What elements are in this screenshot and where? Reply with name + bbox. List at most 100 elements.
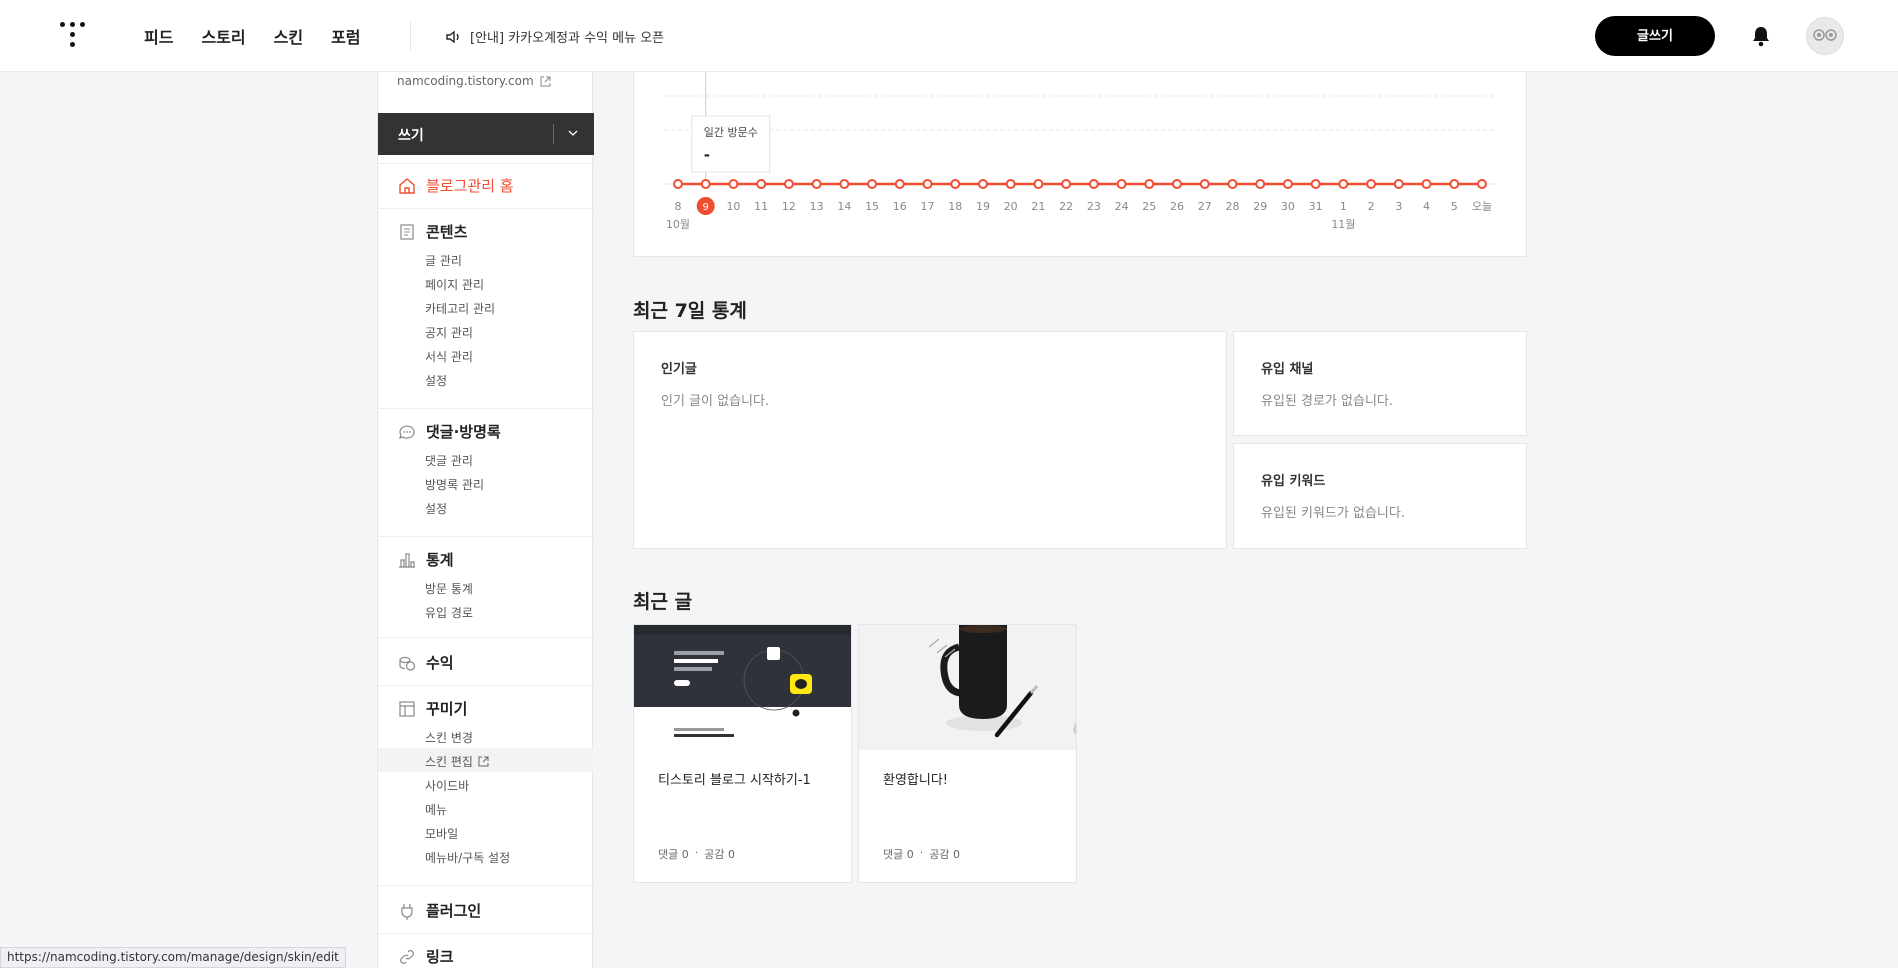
sidebar-sub-inflow-path[interactable]: 유입 경로 (425, 604, 473, 621)
stats-section-title: 최근 7일 통계 (633, 300, 747, 322)
avatar-face-icon (1813, 29, 1837, 41)
blog-url-link[interactable]: namcoding.tistory.com (397, 74, 551, 88)
top-header: 피드 스토리 스킨 포럼 [안내] 카카오계정과 수익 메뉴 오픈 글쓰기 (0, 0, 1898, 72)
skin-edit-label: 스킨 편집 (425, 755, 473, 769)
sidebar-section-link: 링크 (378, 933, 594, 968)
data-point (1366, 179, 1377, 189)
data-point (1449, 179, 1460, 189)
sidebar-write-bar[interactable]: 쓰기 (378, 113, 594, 155)
x-tick-label: 8 (675, 200, 682, 213)
link-icon (400, 949, 414, 964)
data-point (1116, 179, 1127, 189)
write-post-button[interactable]: 글쓰기 (1595, 16, 1715, 56)
sidebar-sub-menu[interactable]: 메뉴 (425, 801, 447, 818)
nav-story[interactable]: 스토리 (201, 24, 245, 48)
popular-posts-card: 인기글 인기 글이 없습니다. (633, 331, 1227, 549)
main-nav: 피드 스토리 스킨 포럼 (144, 24, 361, 48)
data-point (1227, 179, 1238, 189)
inflow-channel-card: 유입 채널 유입된 경로가 없습니다. (1233, 331, 1527, 436)
notice-text: [안내] 카카오계정과 수익 메뉴 오픈 (470, 31, 665, 46)
sidebar-sub-contents-settings[interactable]: 설정 (425, 372, 447, 389)
sidebar-sub-skin-change[interactable]: 스킨 변경 (425, 729, 473, 746)
data-point (811, 179, 822, 189)
bell-icon[interactable] (1751, 25, 1771, 47)
avatar[interactable] (1806, 17, 1844, 55)
popular-posts-empty: 인기 글이 없습니다. (661, 394, 770, 409)
nav-feed[interactable]: 피드 (144, 24, 173, 48)
nav-forum[interactable]: 포럼 (331, 24, 360, 48)
thumbnail-image (634, 625, 851, 750)
x-tick-label: 20 (1004, 200, 1018, 213)
x-tick-label: 오늘 (1472, 200, 1492, 213)
sidebar-section-home: 블로그관리 홈 (378, 163, 594, 208)
recent-posts-title: 최근 글 (633, 591, 693, 613)
sidebar-sub-template-manage[interactable]: 서식 관리 (425, 348, 473, 365)
data-point (1199, 179, 1210, 189)
inflow-channel-empty: 유입된 경로가 없습니다. (1261, 394, 1393, 409)
blog-url-text: namcoding.tistory.com (397, 74, 534, 88)
sidebar-revenue-label: 수익 (426, 654, 454, 672)
post-card[interactable]: 환영합니다! 댓글 0 · 공감 0 (858, 624, 1077, 883)
x-tick-label: 22 (1059, 200, 1073, 213)
post-like-count: 공감 0 (929, 848, 960, 861)
post-title[interactable]: 환영합니다! (883, 769, 948, 788)
x-tick-label: 25 (1142, 200, 1156, 213)
post-title[interactable]: 티스토리 블로그 시작하기-1 (658, 769, 811, 788)
x-tick-label: 29 (1253, 200, 1267, 213)
sidebar-section-plugin: 플러그인 (378, 885, 594, 933)
post-comment-count: 댓글 0 (658, 848, 689, 861)
sidebar-item-home[interactable]: 블로그관리 홈 (398, 175, 514, 196)
data-point (894, 179, 905, 189)
sidebar-item-stats[interactable]: 통계 (398, 549, 454, 570)
x-tick-label: 26 (1170, 200, 1184, 213)
sidebar-item-comments[interactable]: 댓글·방명록 (398, 421, 501, 442)
sidebar-sub-sidebar[interactable]: 사이드바 (425, 777, 469, 794)
data-point (1144, 179, 1155, 189)
post-card[interactable]: 티스토리 블로그 시작하기-1 댓글 0 · 공감 0 (633, 624, 852, 883)
sidebar-item-revenue[interactable]: 수익 (398, 652, 454, 673)
sidebar-write-label: 쓰기 (398, 128, 424, 144)
sidebar-item-link[interactable]: 링크 (398, 946, 454, 967)
sidebar-sub-guestbook-manage[interactable]: 방명록 관리 (425, 476, 484, 493)
sidebar-plugin-label: 플러그인 (426, 902, 482, 920)
sidebar-stats-label: 통계 (426, 551, 454, 569)
x-tick-label: 16 (893, 200, 907, 213)
x-tick-label: 28 (1225, 200, 1239, 213)
data-point (756, 179, 767, 189)
x-tick-label: 21 (1031, 200, 1045, 213)
sidebar-item-contents[interactable]: 콘텐츠 (398, 221, 467, 242)
nav-skin[interactable]: 스킨 (274, 24, 303, 48)
x-tick-label: 11 (754, 200, 768, 213)
sidebar-sub-comments-settings[interactable]: 설정 (425, 500, 447, 517)
data-point (1282, 179, 1293, 189)
sidebar-item-plugin[interactable]: 플러그인 (398, 900, 481, 921)
sidebar-sub-notice-manage[interactable]: 공지 관리 (425, 324, 473, 341)
sidebar-sub-visit-stats[interactable]: 방문 통계 (425, 580, 473, 597)
sidebar-sub-skin-edit[interactable]: 스킨 편집 (425, 753, 489, 770)
data-point (839, 179, 850, 189)
data-point (1005, 179, 1016, 189)
sidebar-sub-post-manage[interactable]: 글 관리 (425, 252, 462, 269)
data-point (783, 179, 794, 189)
sidebar-item-decorate[interactable]: 꾸미기 (398, 698, 467, 719)
sidebar-section-decorate: 꾸미기 스킨 변경 스킨 편집 사이드바 메뉴 모바일 메뉴바/구독 설정 (378, 685, 594, 885)
sidebar-section-stats: 통계 방문 통계 유입 경로 (378, 536, 594, 637)
sidebar-sub-category-manage[interactable]: 카테고리 관리 (425, 300, 495, 317)
sidebar-decorate-label: 꾸미기 (426, 700, 468, 718)
sidebar-sub-page-manage[interactable]: 페이지 관리 (425, 276, 484, 293)
post-comment-count: 댓글 0 (883, 848, 914, 861)
x-tick-label: 15 (865, 200, 879, 213)
sidebar-sub-mobile[interactable]: 모바일 (425, 825, 458, 842)
document-icon (400, 223, 414, 240)
notice-banner[interactable]: [안내] 카카오계정과 수익 메뉴 오픈 (446, 27, 664, 46)
tooltip-value: - (704, 146, 710, 164)
sidebar-section-comments: 댓글·방명록 댓글 관리 방명록 관리 설정 (378, 408, 594, 536)
tistory-logo-icon[interactable] (60, 22, 88, 50)
data-point (1310, 179, 1321, 189)
sidebar-sub-menubar-subscribe[interactable]: 메뉴바/구독 설정 (425, 849, 510, 866)
sidebar-sub-comment-manage[interactable]: 댓글 관리 (425, 452, 473, 469)
x-tick-label: 19 (976, 200, 990, 213)
x-tick-label: 24 (1115, 200, 1129, 213)
write-bar-separator (553, 124, 554, 144)
chevron-down-icon[interactable] (568, 128, 578, 138)
